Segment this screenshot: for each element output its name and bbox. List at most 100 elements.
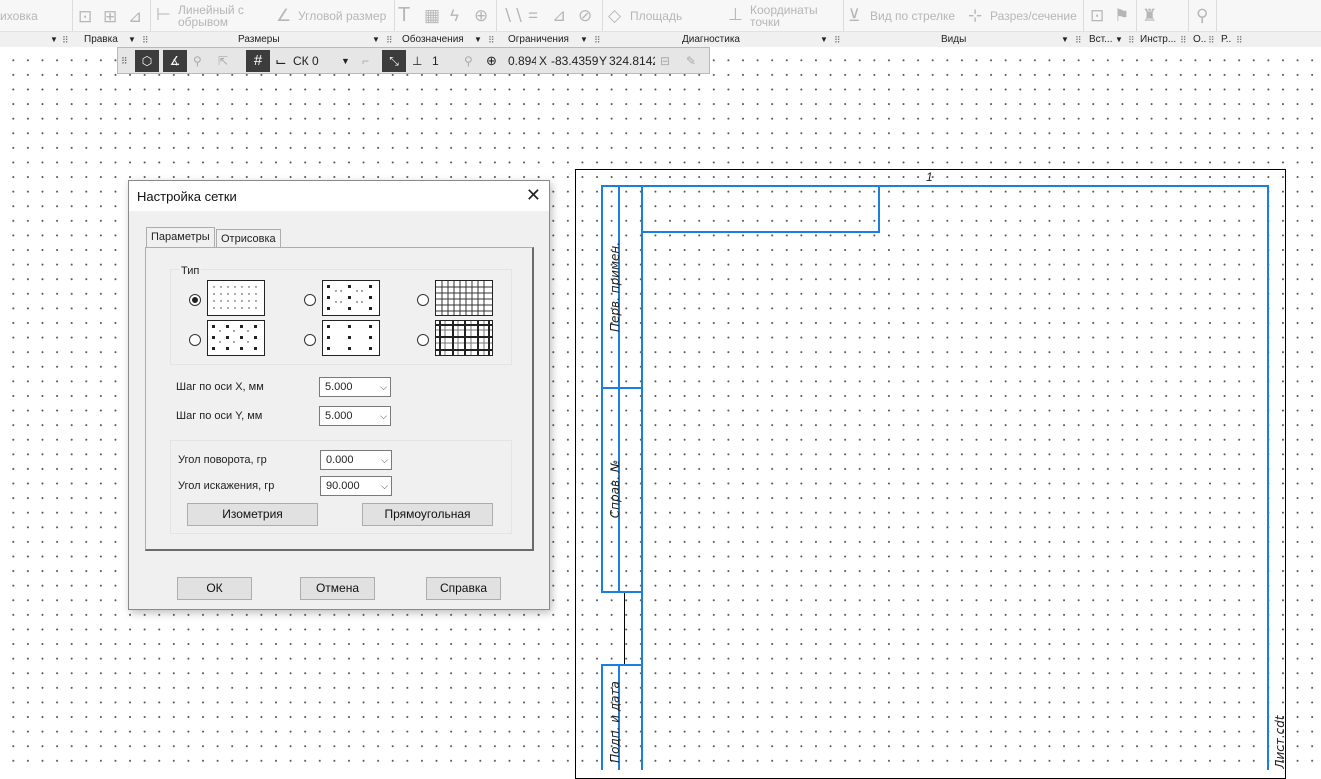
separator bbox=[72, 0, 73, 31]
coords-label-2[interactable]: точки bbox=[750, 16, 780, 29]
section-label[interactable]: Разрез/сечение bbox=[990, 10, 1077, 23]
lightning-icon[interactable]: ϟ bbox=[450, 7, 459, 25]
cs-select[interactable]: СК 0 ▼ bbox=[293, 50, 353, 72]
rectangular-button[interactable]: Прямоугольная bbox=[362, 503, 493, 526]
pin-icon[interactable]: ⬡ bbox=[135, 50, 159, 72]
rotation-label: Угол поворота, гр bbox=[178, 454, 267, 466]
pencil-icon[interactable]: ✎ bbox=[686, 50, 702, 72]
radio-type-dots[interactable] bbox=[189, 294, 201, 306]
hatch-label[interactable]: иховка bbox=[0, 10, 38, 23]
group-edit[interactable]: Правка ▼ ⠿ bbox=[76, 32, 150, 48]
linear-break-icon[interactable]: ⊢ bbox=[156, 6, 171, 24]
cs-icon: ⌙ bbox=[275, 53, 287, 69]
separator bbox=[394, 0, 395, 31]
snap-angle-icon[interactable]: ∡ bbox=[163, 50, 187, 72]
preview-lines-bold[interactable] bbox=[435, 320, 493, 356]
angle-icon[interactable]: ⊿ bbox=[552, 7, 566, 25]
separator bbox=[1136, 0, 1137, 31]
rotation-combo[interactable]: 0.000 ⌵ bbox=[320, 450, 392, 470]
equal-icon[interactable]: = bbox=[528, 7, 538, 25]
search-icon[interactable]: ⚲ bbox=[464, 50, 480, 72]
group-diagnostics-label: Диагностика bbox=[682, 34, 740, 45]
toolbar-grip[interactable]: ⠿ bbox=[121, 50, 133, 72]
group-r[interactable]: Р.. ⠿ bbox=[1218, 32, 1244, 48]
tab-rendering[interactable]: Отрисовка bbox=[216, 229, 281, 249]
preview-lines[interactable] bbox=[435, 280, 493, 316]
frame-left-line bbox=[641, 185, 643, 770]
y-label: Y bbox=[599, 54, 608, 68]
preview-squares-large[interactable] bbox=[322, 320, 380, 356]
edit-icon-3[interactable]: ⊿ bbox=[128, 8, 142, 26]
group-r-label: Р.. bbox=[1221, 34, 1232, 45]
tools-icon[interactable]: ♜ bbox=[1142, 7, 1157, 25]
tab-parameters[interactable]: Параметры bbox=[146, 227, 215, 249]
dialog-title: Настройка сетки bbox=[137, 189, 237, 204]
cancel-button[interactable]: Отмена bbox=[300, 577, 375, 600]
angular-dim-icon[interactable]: ∠ bbox=[276, 7, 291, 25]
snap-icon-2[interactable]: ⇱ bbox=[218, 50, 238, 72]
separator bbox=[150, 0, 151, 31]
group-constraints[interactable]: Ограничения ▼ ⠿ bbox=[500, 32, 602, 48]
edit-icon-2[interactable]: ⊞ bbox=[103, 8, 117, 26]
grid-icon[interactable]: # bbox=[246, 50, 270, 72]
zoom-icon[interactable]: ⊕ bbox=[486, 50, 502, 72]
group-o[interactable]: О.. ⠿ bbox=[1190, 32, 1216, 48]
area-icon[interactable]: ◇ bbox=[608, 7, 621, 25]
step-y-value: 5.000 bbox=[325, 410, 353, 422]
group-tools[interactable]: Инстр... ⠿ bbox=[1138, 32, 1188, 48]
area-label[interactable]: Площадь bbox=[630, 10, 682, 23]
arrow-view-label[interactable]: Вид по стрелке bbox=[870, 10, 955, 23]
group-views[interactable]: Виды ▼ ⠿ bbox=[845, 32, 1083, 48]
arrow-view-icon[interactable]: ⊻ bbox=[848, 7, 860, 25]
insert-icon-1[interactable]: ⊡ bbox=[1090, 7, 1104, 25]
group-marks[interactable]: Обозначения ▼ ⠿ bbox=[398, 32, 496, 48]
sidebar-divider-2 bbox=[601, 591, 643, 593]
dialog-title-bar[interactable]: Настройка сетки ✕ bbox=[129, 181, 549, 211]
radio-type-lines-bold[interactable] bbox=[417, 334, 429, 346]
radio-type-lines[interactable] bbox=[417, 294, 429, 306]
separator bbox=[602, 0, 603, 31]
step-x-label: Шаг по оси X, мм bbox=[176, 381, 264, 393]
section-icon[interactable]: ⊹ bbox=[968, 7, 982, 25]
property-icon[interactable]: ⊟ bbox=[660, 50, 676, 72]
group-diagnostics[interactable]: Диагностика ▼ ⠿ bbox=[604, 32, 843, 48]
angular-dim-label[interactable]: Угловой размер bbox=[298, 10, 386, 23]
table-icon[interactable]: ▦ bbox=[424, 7, 440, 25]
help-button[interactable]: Справка bbox=[426, 577, 501, 600]
group-dims[interactable]: Размеры ▼ ⠿ bbox=[152, 32, 394, 48]
type-group-label: Тип bbox=[179, 265, 202, 277]
edit-icon-1[interactable]: ⊡ bbox=[78, 8, 92, 26]
skew-combo[interactable]: 90.000 ⌵ bbox=[320, 476, 392, 496]
isometry-button[interactable]: Изометрия bbox=[187, 503, 318, 526]
radio-type-squares-large[interactable] bbox=[304, 334, 316, 346]
ortho-icon[interactable]: ⌐ bbox=[362, 50, 378, 72]
preview-dots-bold[interactable] bbox=[207, 320, 265, 356]
step-y-combo[interactable]: 5.000 ⌵ bbox=[319, 406, 391, 426]
insert-icon-2[interactable]: ⚑ bbox=[1114, 7, 1129, 25]
zoom-value[interactable]: 0.894 bbox=[508, 50, 536, 72]
close-icon[interactable]: ✕ bbox=[526, 185, 541, 206]
parallel-icon[interactable]: ∖∖ bbox=[502, 7, 524, 25]
group-insert[interactable]: Вст... ▼ ⠿ bbox=[1085, 32, 1136, 48]
o-icon[interactable]: ⚲ bbox=[1196, 7, 1208, 25]
layer-number[interactable]: 1 bbox=[432, 50, 452, 72]
frame-top-line bbox=[601, 185, 1269, 187]
preview-squares[interactable] bbox=[322, 280, 380, 316]
separator bbox=[843, 0, 844, 31]
preview-dots[interactable] bbox=[207, 280, 265, 316]
circle-icon[interactable]: ⊘ bbox=[578, 7, 592, 25]
center-mark-icon[interactable]: ⊕ bbox=[474, 7, 488, 25]
linear-break-label-2[interactable]: обрывом bbox=[178, 16, 228, 29]
step-x-combo[interactable]: 5.000 ⌵ bbox=[319, 377, 391, 397]
ok-button[interactable]: ОК bbox=[177, 577, 252, 600]
round-icon[interactable]: ⤡ bbox=[382, 50, 406, 72]
snap-icon-1[interactable]: ⚲ bbox=[193, 50, 213, 72]
radio-type-dots-bold[interactable] bbox=[189, 334, 201, 346]
step-x-value: 5.000 bbox=[325, 381, 353, 393]
separator bbox=[496, 0, 497, 31]
text-icon[interactable]: T bbox=[398, 5, 410, 25]
step-y-label: Шаг по оси Y, мм bbox=[176, 410, 263, 422]
radio-type-squares[interactable] bbox=[304, 294, 316, 306]
group-hatch-arrow[interactable]: ▼ ⠿ bbox=[46, 32, 70, 48]
coords-icon[interactable]: ⊥ bbox=[728, 6, 743, 24]
